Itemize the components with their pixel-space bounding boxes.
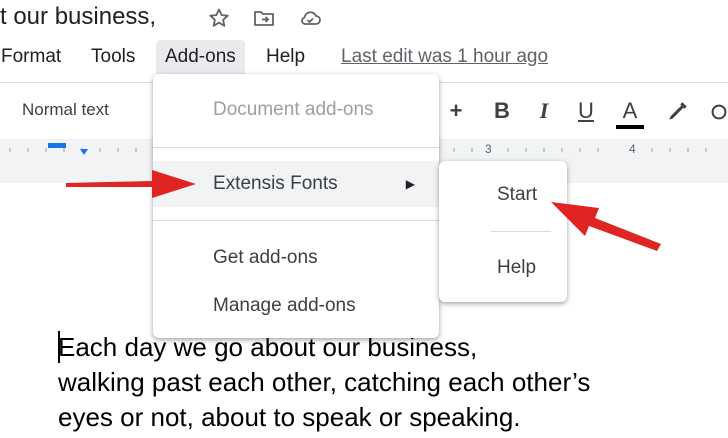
body-line: eyes or not, about to speak or speaking.: [58, 402, 521, 432]
text-color-swatch: [616, 125, 644, 129]
bold-button[interactable]: B: [486, 93, 518, 129]
menu-divider: [153, 147, 439, 148]
underline-button[interactable]: U: [570, 93, 602, 129]
menu-bar: Format Tools Add-ons Help Last edit was …: [0, 40, 728, 74]
menu-add-ons[interactable]: Add-ons: [156, 40, 245, 74]
ruler-mark-3: 3: [485, 142, 492, 156]
cloud-saved-icon[interactable]: [298, 6, 322, 30]
move-to-folder-icon[interactable]: [252, 6, 276, 30]
menu-tools[interactable]: Tools: [82, 40, 144, 74]
annotation-arrow-icon: [551, 202, 661, 251]
text-color-label: A: [622, 98, 638, 123]
star-icon[interactable]: [207, 6, 231, 30]
italic-button[interactable]: I: [528, 93, 560, 129]
annotation-arrow-icon: [66, 170, 196, 198]
menu-divider: [491, 231, 551, 232]
menu-item-manage-add-ons[interactable]: Manage add-ons: [153, 283, 439, 329]
paragraph-style-select[interactable]: Normal text: [22, 100, 109, 120]
highlight-icon[interactable]: [664, 99, 690, 125]
menu-help[interactable]: Help: [257, 40, 314, 74]
font-size-increase-button[interactable]: +: [440, 93, 472, 129]
submenu-arrow-icon: ▶: [405, 177, 415, 191]
menu-divider: [153, 220, 439, 221]
menu-item-get-add-ons[interactable]: Get add-ons: [153, 235, 439, 281]
text-color-button[interactable]: A: [614, 93, 646, 129]
link-icon[interactable]: [708, 101, 728, 123]
menu-item-label: Extensis Fonts: [213, 173, 338, 194]
last-edit-link[interactable]: Last edit was 1 hour ago: [341, 40, 548, 74]
document-body[interactable]: Each day we go about our business, walki…: [58, 330, 728, 435]
ruler-mark-4: 4: [629, 142, 636, 156]
menu-format[interactable]: Format: [0, 40, 70, 74]
menu-item-document-add-ons: Document add-ons: [213, 99, 374, 120]
paragraph-style-label: Normal text: [22, 100, 109, 119]
document-title[interactable]: t our business,: [0, 2, 156, 32]
text-cursor: [58, 331, 60, 363]
add-ons-menu: Document add-ons Extensis Fonts ▶ Get ad…: [153, 74, 439, 338]
title-bar: t our business,: [0, 0, 728, 38]
body-line: walking past each other, catching each o…: [58, 367, 591, 397]
